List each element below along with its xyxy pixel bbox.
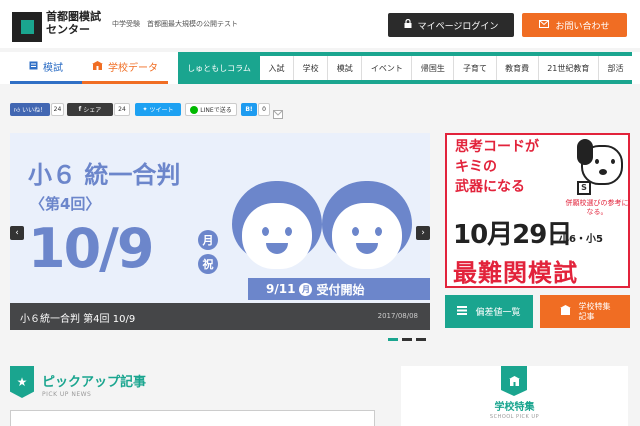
ad-line-3: 武器になる <box>455 179 525 195</box>
slider-prev-arrow-icon[interactable]: ‹ <box>10 226 24 240</box>
month-badge: 月 <box>198 230 218 250</box>
hatena-count: 0 <box>258 103 270 116</box>
tab-shutomo-column[interactable]: しゅともしコラム <box>180 52 258 84</box>
slider-dots <box>388 338 426 341</box>
nav-link-moshi[interactable]: 模試 <box>327 56 361 80</box>
lock-icon <box>404 18 412 31</box>
facebook-icon: f <box>78 106 82 113</box>
banner-day-badges: 月 祝 <box>198 230 218 278</box>
category-links: 入試 学校 模試 イベント 帰国生 子育て 教育費 21世紀教育 部活 <box>260 56 632 80</box>
tab-school-data[interactable]: 学校データ <box>82 52 168 84</box>
feature-label-line-1: 学校特集 <box>578 301 611 311</box>
share-label: シェア <box>83 107 102 114</box>
school-feature-articles-label: 学校特集 記事 <box>579 302 611 322</box>
girl-illustration <box>322 181 412 281</box>
pickup-title: ピックアップ記事 <box>42 375 147 390</box>
mail-icon <box>539 19 550 31</box>
mail-share-icon[interactable] <box>273 104 283 123</box>
nav-link-kikokusei[interactable]: 帰国生 <box>411 56 453 80</box>
pickup-subtitle: PICK UP NEWS <box>42 391 92 398</box>
slide-caption-title: 小６統一合判 第4回 10/9 <box>20 314 136 325</box>
building-icon <box>559 305 571 318</box>
registration-start: 9/11 月 受付開始 <box>248 278 430 300</box>
nav-link-kosodate[interactable]: 子育て <box>453 56 495 80</box>
site-tagline: 中学受験 首都圏最大規模の公開テスト <box>112 20 238 28</box>
slider-dot[interactable] <box>388 338 398 341</box>
star-icon: ★ <box>10 366 34 398</box>
holiday-badge: 祝 <box>198 254 218 274</box>
school-feature-title: 学校特集 <box>494 402 535 413</box>
document-icon <box>29 61 38 73</box>
feature-label-line-2: 記事 <box>578 311 595 321</box>
school-feature-articles-button[interactable]: 学校特集 記事 <box>540 295 630 328</box>
slide-caption[interactable]: 小６統一合判 第4回 10/9 2017/08/08 <box>10 303 430 330</box>
site-logo-text[interactable]: 首都圏模試センター <box>46 10 106 36</box>
top-exam-ad-banner[interactable]: 思考コードが キミの 武器になる S 併願校選びの参考になる。 10月29日 小… <box>445 133 630 288</box>
facebook-share-button[interactable]: f シェア <box>67 103 113 116</box>
banner-exam-date: 10/9 <box>28 217 154 280</box>
contact-label: お問い合わせ <box>555 21 610 32</box>
line-label: LINEで送る <box>200 107 232 114</box>
tab-moshi-label: 模試 <box>43 63 63 74</box>
mypage-login-button[interactable]: マイページログイン <box>388 13 514 37</box>
ad-exam-name: 最難関模試 <box>453 259 578 287</box>
twitter-icon: ✦ <box>142 106 148 113</box>
slider-dot[interactable] <box>402 338 412 341</box>
ad-date: 10月29日 <box>453 220 572 250</box>
nav-link-bukatsu[interactable]: 部活 <box>597 56 632 80</box>
line-icon <box>190 105 199 114</box>
hero-slider[interactable]: 小６ 統一合判 〈第4回〉 10/9 月 祝 9/11 月 受付開始 <box>10 133 430 330</box>
school-icon <box>92 60 103 73</box>
ad-line-1: 思考コードが <box>455 139 539 155</box>
nav-link-event[interactable]: イベント <box>361 56 411 80</box>
ad-grades: 小6・小5 <box>559 234 603 245</box>
hatena-bookmark-button[interactable]: B! <box>241 103 257 116</box>
like-label: いいね！ <box>22 107 47 114</box>
login-label: マイページログイン <box>417 21 499 32</box>
banner-title: 小６ 統一合判 <box>28 161 181 189</box>
start-date: 9/11 <box>266 282 296 296</box>
boy-illustration <box>232 181 322 281</box>
tweet-label: ツイート <box>149 107 174 114</box>
dog-mascot-icon: S <box>577 139 627 195</box>
page: 首都圏模試センター 中学受験 首都圏最大規模の公開テスト マイページログイン お… <box>0 0 640 426</box>
nav-link-nyushi[interactable]: 入試 <box>260 56 293 80</box>
slider-next-arrow-icon[interactable]: › <box>416 226 430 240</box>
dog-sign: S <box>577 181 591 195</box>
banner-round: 〈第4回〉 <box>30 195 101 213</box>
line-send-button[interactable]: LINEで送る <box>185 103 237 116</box>
tweet-button[interactable]: ✦ ツイート <box>135 103 181 116</box>
nav-link-kyoikuhi[interactable]: 教育費 <box>495 56 538 80</box>
logo-icon[interactable] <box>12 12 42 42</box>
ad-note: 併願校選びの参考になる。 <box>565 199 629 216</box>
deviation-list-button[interactable]: 偏差値一覧 <box>445 295 533 328</box>
ad-line-2: キミの <box>455 159 497 175</box>
like-count: 24 <box>51 103 64 116</box>
tab-school-label: 学校データ <box>108 63 158 74</box>
tab-moshi[interactable]: 模試 <box>10 52 82 84</box>
start-label: 受付開始 <box>316 282 365 297</box>
nav-link-gakko[interactable]: 学校 <box>293 56 327 80</box>
share-count: 24 <box>114 103 130 116</box>
deviation-list-label: 偏差値一覧 <box>475 308 521 318</box>
pickup-article-list <box>10 410 375 426</box>
slider-dot[interactable] <box>416 338 426 341</box>
start-dow-badge: 月 <box>299 282 313 296</box>
school-feature-icon <box>501 366 527 396</box>
contact-button[interactable]: お問い合わせ <box>522 13 627 37</box>
slide-caption-date: 2017/08/08 <box>377 312 418 320</box>
thumbs-up-icon: 👍︎ <box>13 106 21 114</box>
facebook-like-button[interactable]: 👍︎ いいね！ <box>10 103 50 116</box>
list-icon <box>457 305 468 318</box>
school-feature-subtitle: SCHOOL PICK UP <box>489 414 540 420</box>
nav-link-21c[interactable]: 21世紀教育 <box>537 56 598 80</box>
